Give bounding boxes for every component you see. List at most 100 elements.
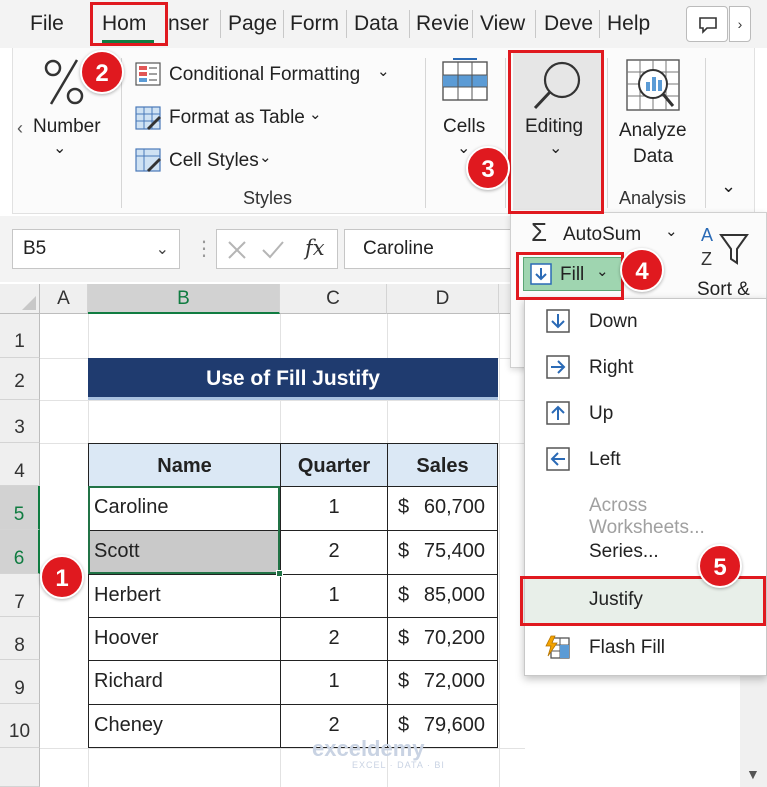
column-header-a[interactable]: A xyxy=(40,284,88,314)
cancel-icon[interactable] xyxy=(227,240,247,260)
chevron-down-icon[interactable]: ⌄ xyxy=(156,239,169,259)
tab-view[interactable]: View xyxy=(474,6,532,42)
group-divider xyxy=(425,58,426,208)
cell-text: Herbert xyxy=(94,584,161,606)
row-header-3[interactable]: 3 xyxy=(0,400,40,443)
table-cell-name[interactable]: Herbert xyxy=(88,574,281,618)
row-header-1[interactable]: 1 xyxy=(0,314,40,358)
column-header-b[interactable]: B xyxy=(88,284,280,314)
row-header-11[interactable] xyxy=(0,748,40,787)
row-header-4[interactable]: 4 xyxy=(0,443,40,486)
row-header-9[interactable]: 9 xyxy=(0,660,40,704)
fill-button[interactable]: Fill ⌄ xyxy=(523,257,623,291)
chevron-down-icon: ⌄ xyxy=(259,149,272,166)
chevron-down-icon: ⌄ xyxy=(53,140,67,157)
tab-scroll-right-button[interactable]: › xyxy=(729,6,751,42)
number-label: Number xyxy=(33,116,101,137)
tab-home[interactable]: Hom xyxy=(96,6,162,42)
tab-page-layout[interactable]: Page xyxy=(222,6,282,42)
tab-separator xyxy=(535,10,536,38)
fill-up-menu-item[interactable]: Up xyxy=(525,391,766,437)
tab-review[interactable]: Revie xyxy=(410,6,468,42)
table-cell-sales[interactable]: $72,000 xyxy=(387,660,498,705)
tab-developer[interactable]: Deve xyxy=(538,6,598,42)
table-cell-sales[interactable]: $75,400 xyxy=(387,530,498,575)
row-header-7[interactable]: 7 xyxy=(0,574,40,617)
menu-item-label: Flash Fill xyxy=(589,637,666,658)
cell-text: 70,200 xyxy=(423,627,485,649)
table-cell-sales[interactable]: $70,200 xyxy=(387,617,498,661)
row-header-6[interactable]: 6 xyxy=(0,530,40,574)
tab-formulas[interactable]: Form xyxy=(284,6,344,42)
fill-up-icon xyxy=(546,401,570,425)
analyze-data-label-line2: Data xyxy=(633,146,674,167)
step-badge-2: 2 xyxy=(80,50,124,94)
enter-check-icon[interactable] xyxy=(261,240,285,260)
menu-item-label: Justify xyxy=(589,589,643,610)
table-header-quarter[interactable]: Quarter xyxy=(280,443,388,487)
autosum-label: AutoSum xyxy=(563,224,642,245)
table-cell-name[interactable]: Cheney xyxy=(88,704,281,748)
table-header-name[interactable]: Name xyxy=(88,443,281,487)
tab-insert[interactable]: nser xyxy=(162,6,220,42)
menu-item-label: Series... xyxy=(589,541,659,562)
table-cell-quarter[interactable]: 1 xyxy=(280,486,388,531)
formula-bar-grip[interactable]: ⋮ xyxy=(194,236,214,261)
fill-handle[interactable] xyxy=(276,570,283,577)
ribbon-collapse-button[interactable]: ⌄ xyxy=(721,176,736,197)
table-cell-quarter[interactable]: 2 xyxy=(280,617,388,661)
table-cell-sales[interactable]: $85,000 xyxy=(387,574,498,618)
table-cell-quarter[interactable]: 1 xyxy=(280,660,388,705)
table-cell-name[interactable]: Scott xyxy=(88,530,281,575)
cell-text: Richard xyxy=(94,670,163,692)
table-cell-sales[interactable]: $60,700 xyxy=(387,486,498,531)
column-header-c[interactable]: C xyxy=(280,284,387,314)
tab-separator xyxy=(599,10,600,38)
menu-item-label: Up xyxy=(589,403,614,424)
flash-fill-menu-item[interactable]: Flash Fill xyxy=(525,625,766,671)
group-divider xyxy=(705,58,706,208)
table-cell-name[interactable]: Hoover xyxy=(88,617,281,661)
fill-left-menu-item[interactable]: Left xyxy=(525,437,766,483)
column-header-d[interactable]: D xyxy=(387,284,499,314)
tab-data[interactable]: Data xyxy=(348,6,406,42)
fill-right-menu-item[interactable]: Right xyxy=(525,345,766,391)
row-header-5[interactable]: 5 xyxy=(0,486,40,530)
cell-text: 85,000 xyxy=(423,584,485,606)
chevron-down-icon: ⌄ xyxy=(309,106,322,123)
sheet-title[interactable]: Use of Fill Justify xyxy=(88,358,498,400)
row-header-2[interactable]: 2 xyxy=(0,358,40,400)
analysis-group-label: Analysis xyxy=(619,188,687,208)
currency-symbol: $ xyxy=(398,584,410,606)
tab-file[interactable]: File xyxy=(24,6,74,42)
across-worksheets-menu-item[interactable]: Across Worksheets... xyxy=(525,483,766,538)
formula-buttons: fx xyxy=(216,229,338,269)
row-header-10[interactable]: 10 xyxy=(0,704,40,748)
table-cell-quarter[interactable]: 2 xyxy=(280,530,388,575)
editing-label: Editing xyxy=(525,116,584,137)
cell-text: 72,000 xyxy=(423,670,485,692)
table-cell-quarter[interactable]: 1 xyxy=(280,574,388,618)
insert-function-button[interactable]: fx xyxy=(305,236,325,260)
svg-text:A: A xyxy=(701,225,713,245)
sort-filter-icon: A Z xyxy=(701,225,749,269)
format-as-table-icon xyxy=(135,106,161,130)
formula-input[interactable]: Caroline xyxy=(344,229,524,269)
ribbon-scroll-left-button[interactable]: ‹ xyxy=(17,118,23,139)
table-header-sales[interactable]: Sales xyxy=(387,443,498,487)
row-header-8[interactable]: 8 xyxy=(0,617,40,660)
analyze-data-label-line1: Analyze xyxy=(619,120,687,141)
editing-button[interactable]: Editing ⌄ xyxy=(513,52,601,210)
table-cell-name[interactable]: Richard xyxy=(88,660,281,705)
name-box[interactable]: B5 ⌄ xyxy=(12,229,180,269)
styles-group-label: Styles xyxy=(243,188,293,208)
tab-help[interactable]: Help xyxy=(601,6,661,42)
select-all-triangle-icon xyxy=(22,296,36,310)
fill-down-menu-item[interactable]: Down xyxy=(525,299,766,345)
comments-button[interactable] xyxy=(686,6,728,42)
formula-input-value: Caroline xyxy=(363,238,434,259)
select-all-corner[interactable] xyxy=(0,284,40,314)
table-cell-name[interactable]: Caroline xyxy=(88,486,281,531)
scroll-down-arrow-icon[interactable]: ▼ xyxy=(746,766,760,782)
watermark-logo: exceldemy xyxy=(312,736,425,761)
